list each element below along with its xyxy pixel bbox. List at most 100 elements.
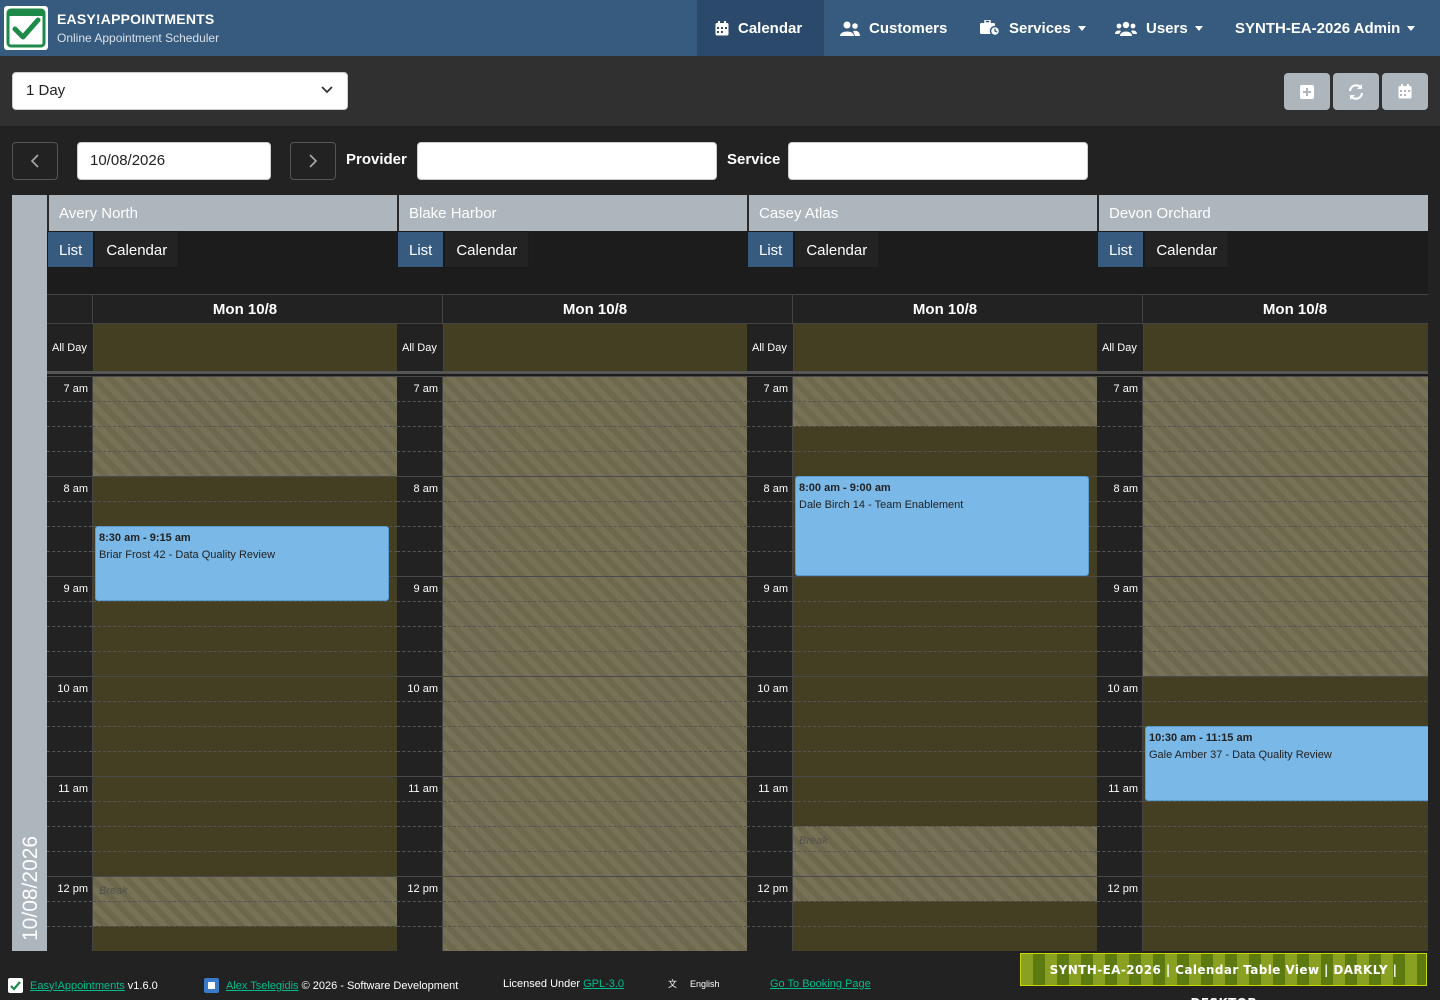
grid-line <box>397 451 442 452</box>
app-logo[interactable] <box>4 6 48 50</box>
grid-line <box>793 426 1097 427</box>
grid-line <box>397 726 442 727</box>
grid-line <box>1143 551 1428 552</box>
grid-line <box>1143 426 1428 427</box>
grid-line <box>93 676 397 677</box>
tab-list[interactable]: List <box>397 231 445 268</box>
all-day-label: All Day <box>752 342 787 354</box>
grid-line <box>47 876 92 877</box>
reload-button[interactable] <box>1333 73 1379 110</box>
next-day-button[interactable] <box>290 142 336 180</box>
grid-line <box>93 751 397 752</box>
hour-label: 10 am <box>407 683 438 695</box>
grid-line <box>1097 501 1142 502</box>
grid-line <box>747 576 792 577</box>
provider-view-tabs: List Calendar <box>397 231 530 268</box>
booking-page-link[interactable]: Go To Booking Page <box>770 978 871 990</box>
appointment-event[interactable]: 8:30 am - 9:15 am Briar Frost 42 - Data … <box>95 526 389 601</box>
grid-line <box>93 401 397 402</box>
grid-line <box>47 601 92 602</box>
grid-line <box>397 551 442 552</box>
date-input[interactable]: 10/08/2026 <box>77 142 271 180</box>
grid-line <box>747 551 792 552</box>
grid-line <box>747 776 792 777</box>
time-gutter: 7 am 8 am 9 am 10 am 11 am 12 pm <box>397 376 443 951</box>
day-header: Mon 10/8 <box>747 294 1097 325</box>
vertical-date-label: 10/08/2026 <box>19 835 42 941</box>
tab-calendar[interactable]: Calendar <box>444 231 530 268</box>
time-slots[interactable]: 10:30 am - 11:15 am Gale Amber 37 - Data… <box>1143 376 1428 951</box>
provider-header: Casey Atlas <box>747 195 1097 231</box>
provider-filter[interactable] <box>417 142 717 180</box>
grid-line <box>1143 601 1428 602</box>
hour-label: 7 am <box>63 383 88 395</box>
provider-name: Casey Atlas <box>759 205 839 222</box>
nav-admin-menu[interactable]: SYNTH-EA-2026 Admin <box>1235 0 1416 56</box>
tab-list[interactable]: List <box>47 231 95 268</box>
hour-label: 7 am <box>1113 383 1138 395</box>
nav-users[interactable]: Users <box>1115 0 1203 56</box>
grid-line <box>747 376 792 377</box>
grid-line <box>47 901 92 902</box>
chevron-down-icon <box>1194 25 1203 31</box>
grid-line <box>1097 676 1142 677</box>
appointment-event[interactable]: 8:00 am - 9:00 am Dale Birch 14 - Team E… <box>795 476 1089 576</box>
nav-calendar[interactable]: Calendar <box>697 0 824 56</box>
service-filter[interactable] <box>788 142 1088 180</box>
grid-line <box>1097 376 1142 377</box>
footer-app: Easy!Appointments v1.6.0 <box>8 978 158 993</box>
tab-calendar[interactable]: Calendar <box>794 231 880 268</box>
table-view-button[interactable] <box>1382 73 1428 110</box>
nav-customers-label: Customers <box>869 19 948 37</box>
footer-app-link[interactable]: Easy!Appointments <box>30 980 125 992</box>
previous-day-button[interactable] <box>12 142 58 180</box>
grid-line <box>47 751 92 752</box>
date-input-value: 10/08/2026 <box>90 152 166 169</box>
nav-services[interactable]: Services <box>980 0 1086 56</box>
grid-line <box>93 601 397 602</box>
service-label: Service <box>727 151 781 168</box>
grid-line <box>1097 901 1142 902</box>
grid-line <box>747 926 792 927</box>
all-day-cell[interactable] <box>93 324 397 371</box>
grid-line <box>1143 876 1428 877</box>
tab-calendar[interactable]: Calendar <box>94 231 180 268</box>
tab-list[interactable]: List <box>1097 231 1145 268</box>
hour-label: 8 am <box>763 483 788 495</box>
time-grid: 7 am 8 am 9 am 10 am 11 am 12 pm Break 8:30 am… <box>47 376 397 951</box>
grid-line <box>747 901 792 902</box>
time-slots[interactable]: Break 8:00 am - 9:00 am Dale Birch 14 - T… <box>793 376 1097 951</box>
provider-column: Casey Atlas List Calendar Mon 10/8 All D… <box>747 195 1097 951</box>
grid-line <box>397 826 442 827</box>
grid-line <box>747 701 792 702</box>
day-header: Mon 10/8 <box>1097 294 1428 325</box>
all-day-cell[interactable] <box>1143 324 1428 371</box>
time-gutter: 7 am 8 am 9 am 10 am 11 am 12 pm <box>747 376 793 951</box>
appointment-event[interactable]: 10:30 am - 11:15 am Gale Amber 37 - Data… <box>1145 726 1428 801</box>
grid-line <box>793 401 1097 402</box>
grid-line <box>93 776 397 777</box>
grid-line <box>1097 776 1142 777</box>
hour-label: 8 am <box>413 483 438 495</box>
footer-license-link[interactable]: GPL-3.0 <box>583 978 624 990</box>
time-slots[interactable] <box>443 376 747 951</box>
grid-line <box>93 626 397 627</box>
grid-line <box>747 501 792 502</box>
language-label: English <box>690 978 720 989</box>
grid-line <box>793 576 1097 577</box>
tab-calendar[interactable]: Calendar <box>1144 231 1230 268</box>
nav-customers[interactable]: Customers <box>840 0 947 56</box>
add-appointment-button[interactable] <box>1284 73 1330 110</box>
all-day-cell[interactable] <box>443 324 747 371</box>
time-slots[interactable]: Break 8:30 am - 9:15 am Briar Frost 42 - … <box>93 376 397 951</box>
language-selector[interactable]: 文 English <box>668 978 720 989</box>
grid-line <box>397 776 442 777</box>
nav-users-label: Users <box>1146 19 1188 37</box>
all-day-cell[interactable] <box>793 324 1097 371</box>
grid-line <box>397 601 442 602</box>
hour-label: 9 am <box>763 583 788 595</box>
footer-author-link[interactable]: Alex Tselegidis <box>226 980 299 992</box>
tab-list[interactable]: List <box>747 231 795 268</box>
grid-line <box>443 576 747 577</box>
view-select[interactable]: 1 Day <box>12 72 348 110</box>
